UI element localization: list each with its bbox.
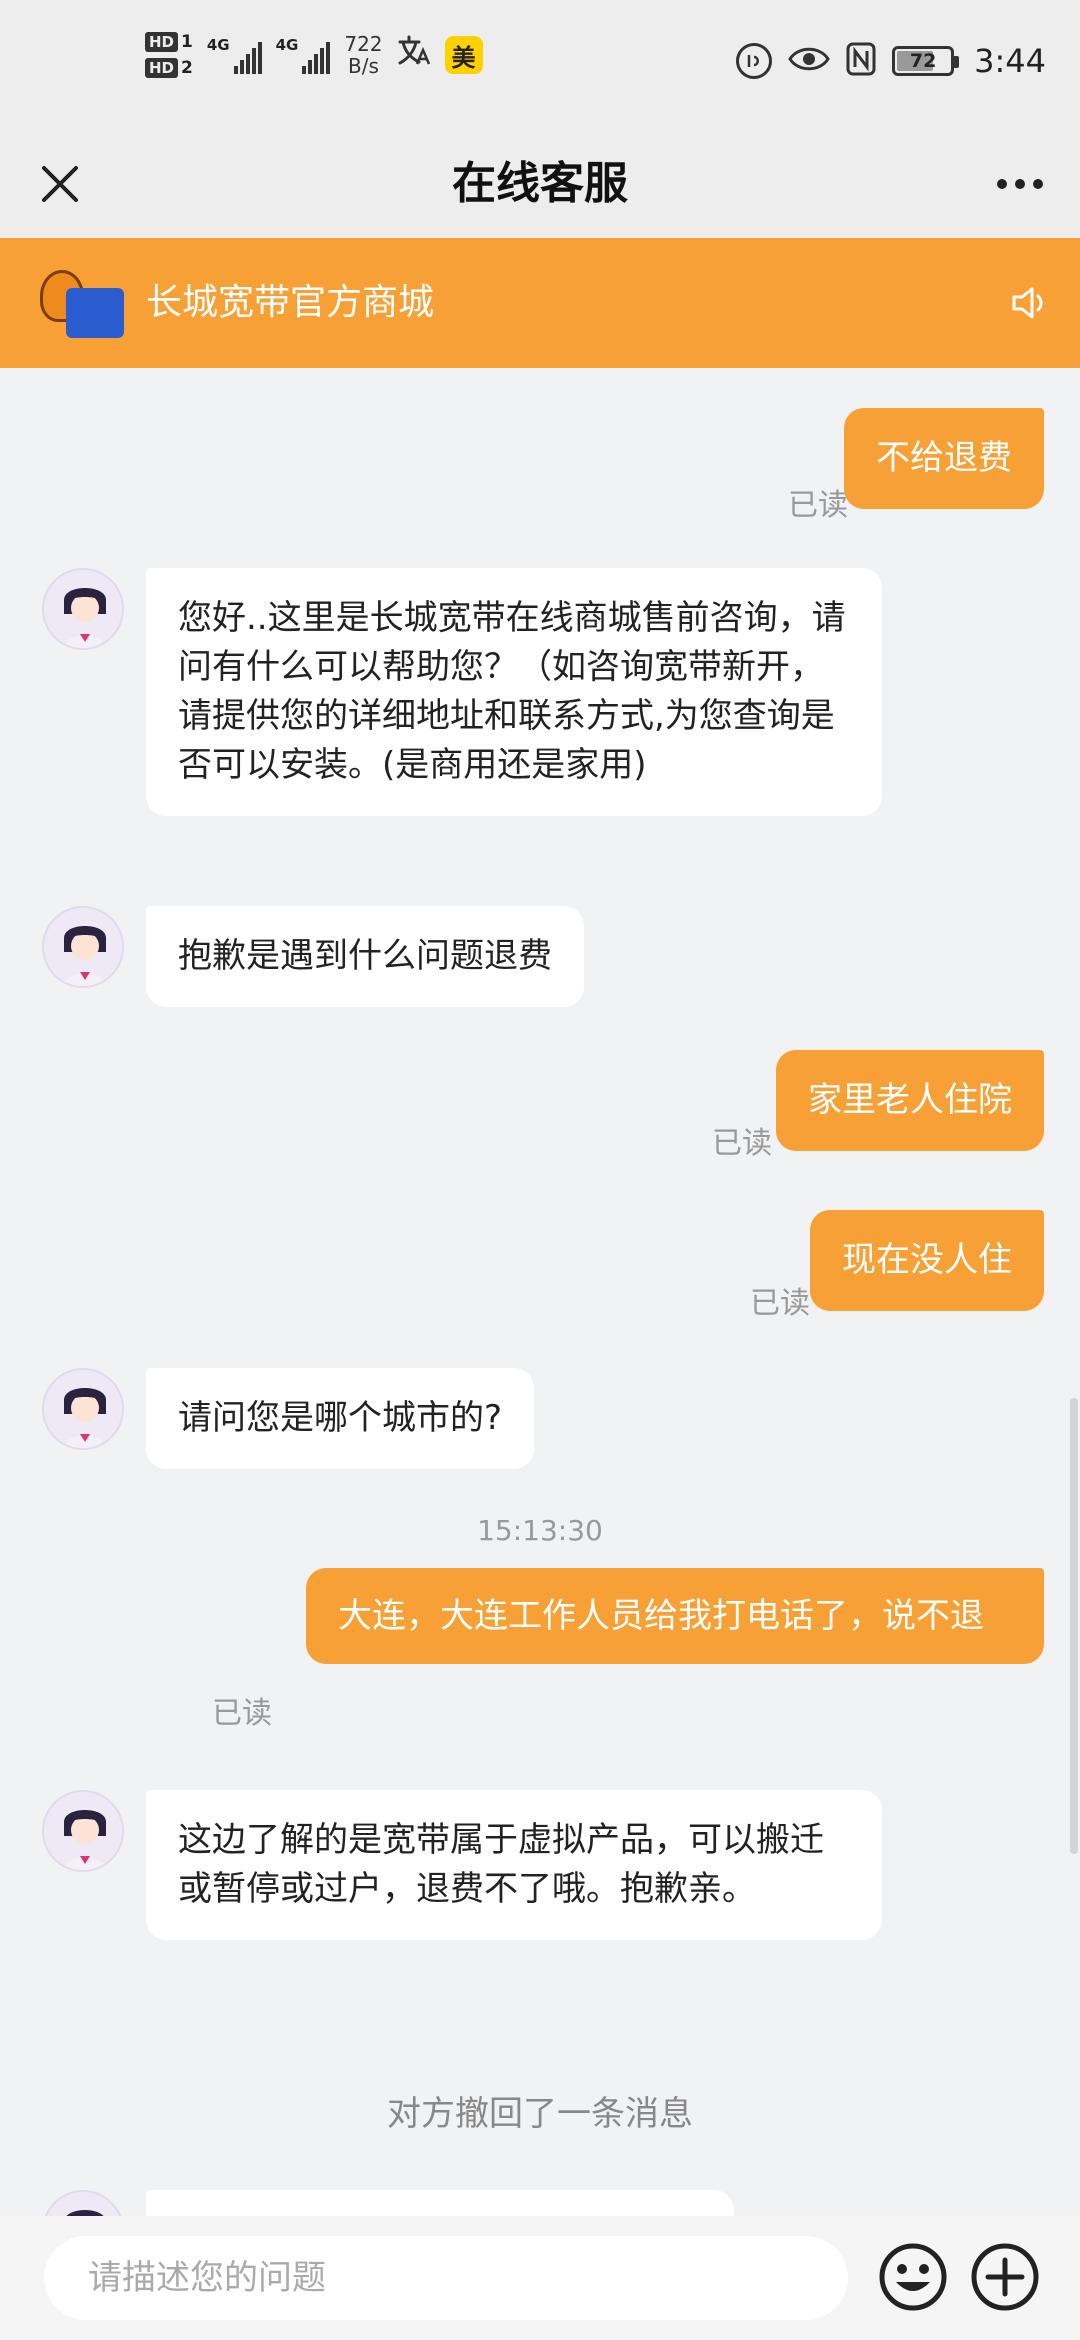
chat-page: HD 1 HD 2 4G 4G 722 B/s 美 72 3:44 在线客服 长…: [0, 0, 1080, 2340]
emoji-icon: [879, 2243, 947, 2311]
shop-name: 长城宽带官方商城: [146, 282, 435, 323]
status-bar: HD 1 HD 2 4G 4G 722 B/s 美 72 3:44: [0, 0, 1080, 130]
user-message-bubble[interactable]: 大连，大连工作人员给我打电话了，说不退: [306, 1568, 1044, 1664]
online-consult-tag-icon: [66, 288, 124, 338]
shop-banner[interactable]: 长城宽带官方商城: [0, 238, 1080, 368]
agent-avatar: [42, 906, 124, 988]
sim2-hd-indicator: HD 2: [145, 58, 193, 78]
agent-avatar: [42, 1790, 124, 1872]
do-not-disturb-icon: [736, 43, 773, 79]
signal-icon: 4G: [207, 36, 262, 74]
sim1-hd-indicator: HD 1: [145, 32, 193, 52]
agent-message-bubble[interactable]: 您好..这里是长城宽带在线商城售前咨询，请问有什么可以帮助您？（如咨询宽带新开，…: [146, 568, 882, 816]
agent-message-bubble[interactable]: [146, 2190, 734, 2216]
user-message-bubble[interactable]: 不给退费: [844, 408, 1044, 509]
speaker-icon: [1012, 287, 1043, 319]
page-title: 在线客服: [452, 158, 628, 209]
agent-avatar: [42, 1368, 124, 1450]
translate-icon: [397, 34, 431, 76]
nfc-icon: [846, 42, 876, 80]
more-options-button[interactable]: [988, 160, 1052, 208]
input-bar: 请描述您的问题: [0, 2216, 1080, 2340]
agent-message-bubble[interactable]: 这边了解的是宽带属于虚拟产品，可以搬迁或暂停或过户，退费不了哦。抱歉亲。: [146, 1790, 882, 1940]
plus-icon: [971, 2243, 1039, 2311]
speaker-button[interactable]: [1008, 281, 1052, 325]
chat-area[interactable]: 已读 不给退费 您好..这里是长城宽带在线商城售前咨询，请问有什么可以帮助您？（…: [0, 368, 1080, 2216]
signal-icon: 4G: [276, 36, 331, 74]
agent-message-bubble[interactable]: 请问您是哪个城市的?: [146, 1368, 535, 1469]
shop-logo: [40, 270, 124, 340]
meituan-app-icon: 美: [444, 36, 483, 74]
timestamp: 15:13:30: [477, 1514, 603, 1547]
read-receipt: 已读: [788, 488, 848, 523]
close-icon: [42, 166, 78, 202]
title-bar: 在线客服: [0, 130, 1080, 238]
network-speed: 722 B/s: [344, 32, 383, 78]
read-receipt: 已读: [750, 1286, 810, 1321]
dot-icon: [1033, 179, 1043, 189]
user-message-bubble[interactable]: 现在没人住: [810, 1210, 1044, 1311]
message-input[interactable]: 请描述您的问题: [44, 2236, 848, 2320]
dot-icon: [1015, 179, 1025, 189]
add-attachment-button[interactable]: [970, 2242, 1040, 2312]
user-message-bubble[interactable]: 家里老人住院: [776, 1050, 1044, 1151]
agent-message-bubble[interactable]: 抱歉是遇到什么问题退费: [146, 906, 584, 1007]
agent-avatar: [42, 2190, 124, 2216]
dot-icon: [997, 179, 1007, 189]
scrollbar[interactable]: [1070, 1398, 1078, 1854]
recall-notice: 对方撤回了一条消息: [387, 2094, 693, 2134]
battery-icon: 72: [892, 46, 960, 76]
read-receipt: 已读: [212, 1696, 272, 1731]
read-receipt: 已读: [712, 1126, 772, 1161]
agent-avatar: [42, 568, 124, 650]
eye-comfort-icon: [788, 44, 830, 78]
close-button[interactable]: [28, 152, 92, 216]
emoji-button[interactable]: [878, 2242, 948, 2312]
clock: 3:44: [974, 42, 1046, 80]
